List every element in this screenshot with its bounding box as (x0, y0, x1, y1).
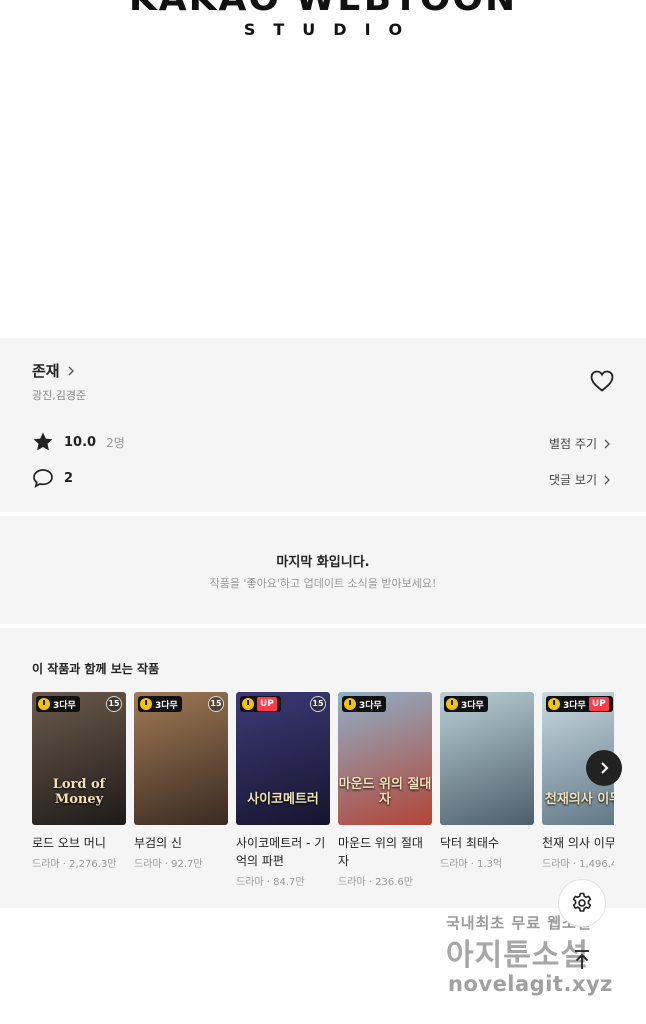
age-rating-badge: 15 (106, 696, 122, 712)
clock-icon (548, 698, 560, 710)
recommendation-title: 로드 오브 머니 (32, 836, 106, 850)
rating-count: 2명 (106, 435, 125, 450)
recommendation-card[interactable]: 3다무닥터 최태수드라마 · 1.3억 (440, 692, 534, 870)
clock-icon (38, 698, 50, 710)
badge-label: 3다무 (563, 700, 586, 711)
brand-logo-sub: STUDIO (243, 20, 421, 39)
recommendation-card[interactable]: 3다무 15 부검의 신드라마 · 92.7만 (134, 692, 228, 870)
update-badge: UP (588, 697, 609, 711)
series-title-link[interactable]: 존재 (32, 360, 76, 381)
recommendation-cover: 3다무마운드 위의 절대자 (338, 692, 432, 825)
recommendation-card[interactable]: 3다무 마운드 위의 절대자 마운드 위의 절대자 드라마 · 236.6만 (338, 692, 432, 888)
brand-logo: KAKAO WEBTOON (0, 0, 646, 19)
series-authors: 광진,김경준 (32, 389, 87, 402)
wait-free-badge: 3다무 (36, 696, 80, 712)
age-rating-badge: 15 (208, 696, 224, 712)
wait-free-badge: 3다무 (138, 696, 182, 712)
scroll-top-button[interactable] (568, 946, 596, 974)
recommendation-meta: 드라마 · 1,496.4만 (542, 859, 614, 870)
rate-button-label: 별점 주기 (549, 437, 597, 451)
recommendation-cover: 3다무 15 Lord of Money (32, 692, 126, 825)
badge-label: 3다무 (155, 700, 178, 711)
recommendation-meta: 드라마 · 2,276.3만 (32, 859, 117, 870)
recommendation-title: 사이코메트러 - 기억의 파편 (236, 836, 326, 868)
watermark-line3: novelagit.xyz (448, 972, 613, 996)
recommendations-carousel[interactable]: 3다무 15 Lord of Money 로드 오브 머니드라마 · 2,276.3만… (32, 692, 614, 892)
recommendation-title: 마운드 위의 절대자 (338, 836, 423, 868)
comment-count: 2 (64, 470, 74, 486)
recommendation-meta: 드라마 · 84.7만 (236, 877, 305, 888)
recommendation-card[interactable]: UP 15 사이코메트러사이코메트러 - 기억의 파편드라마 · 84.7만 (236, 692, 330, 888)
comment-summary: 2 (32, 467, 73, 489)
last-episode-notice: 마지막 화입니다. 작품을 '좋아요'하고 업데이트 소식을 받아보세요! (0, 516, 646, 624)
last-episode-subtitle: 작품을 '좋아요'하고 업데이트 소식을 받아보세요! (209, 577, 437, 590)
cover-title-art: 사이코메트러 (247, 792, 319, 807)
recommendation-meta: 드라마 · 1.3억 (440, 859, 503, 870)
wait-free-badge: UP (240, 696, 281, 712)
star-icon (33, 432, 53, 451)
chevron-right-icon (68, 366, 74, 375)
arrow-up-icon (575, 950, 589, 969)
series-info-panel: 존재 광진,김경준 10.0 2명 별점 주기 2 댓글 보기 (0, 338, 646, 512)
carousel-next-button[interactable] (586, 750, 622, 786)
last-episode-title: 마지막 화입니다. (276, 555, 370, 570)
cover-title-art: 천재의사 이무진 (544, 792, 614, 807)
chevron-right-icon (604, 439, 610, 448)
recommendation-meta: 드라마 · 236.6만 (338, 877, 413, 888)
view-comments-label: 댓글 보기 (549, 473, 597, 487)
recommendation-title: 닥터 최태수 (440, 836, 500, 850)
series-title: 존재 (32, 362, 60, 380)
recommendations-heading: 이 작품과 함께 보는 작품 (32, 662, 160, 676)
wait-free-badge: 3다무 UP (546, 696, 613, 712)
cover-title-art: 마운드 위의 절대자 (338, 777, 432, 807)
watermark: 국내최초 무료 웹소설 아지툰소설 novelagit.xyz (446, 908, 626, 1008)
rating-value: 10.0 (64, 434, 97, 450)
recommendation-card[interactable]: 3다무 15 Lord of Money 로드 오브 머니드라마 · 2,276.3만 (32, 692, 126, 870)
chevron-right-icon (604, 475, 610, 484)
badge-label: UP (257, 697, 277, 711)
recommendation-title: 천재 의사 이무진 (542, 836, 614, 850)
recommendation-cover: 3다무 15 (134, 692, 228, 825)
recommendation-cover: 3다무 (440, 692, 534, 825)
rating-summary: 10.0 2명 (32, 431, 125, 453)
wait-free-badge: 3다무 (342, 696, 386, 712)
view-comments-button[interactable]: 댓글 보기 (549, 471, 612, 488)
chevron-right-icon (601, 762, 609, 774)
gear-icon (572, 892, 592, 912)
recommendation-meta: 드라마 · 92.7만 (134, 859, 203, 870)
age-rating-badge: 15 (310, 696, 326, 712)
wait-free-badge: 3다무 (444, 696, 488, 712)
rate-button[interactable]: 별점 주기 (549, 435, 612, 452)
settings-button[interactable] (558, 879, 606, 927)
cover-title-art: Lord of Money (52, 777, 106, 807)
clock-icon (446, 698, 458, 710)
comment-icon (33, 469, 53, 488)
heart-icon[interactable] (589, 369, 615, 393)
badge-label: 3다무 (53, 700, 76, 711)
clock-icon (140, 698, 152, 710)
recommendation-cover: UP 15 사이코메트러 (236, 692, 330, 825)
clock-icon (242, 698, 254, 710)
logo-area: KAKAO WEBTOON STUDIO (0, 0, 646, 338)
clock-icon (344, 698, 356, 710)
recommendation-title: 부검의 신 (134, 836, 182, 850)
badge-label: 3다무 (461, 700, 484, 711)
recommendations-section: 이 작품과 함께 보는 작품 3다무 15 Lord of Money 로드 오브 머… (0, 628, 646, 908)
badge-label: 3다무 (359, 700, 382, 711)
